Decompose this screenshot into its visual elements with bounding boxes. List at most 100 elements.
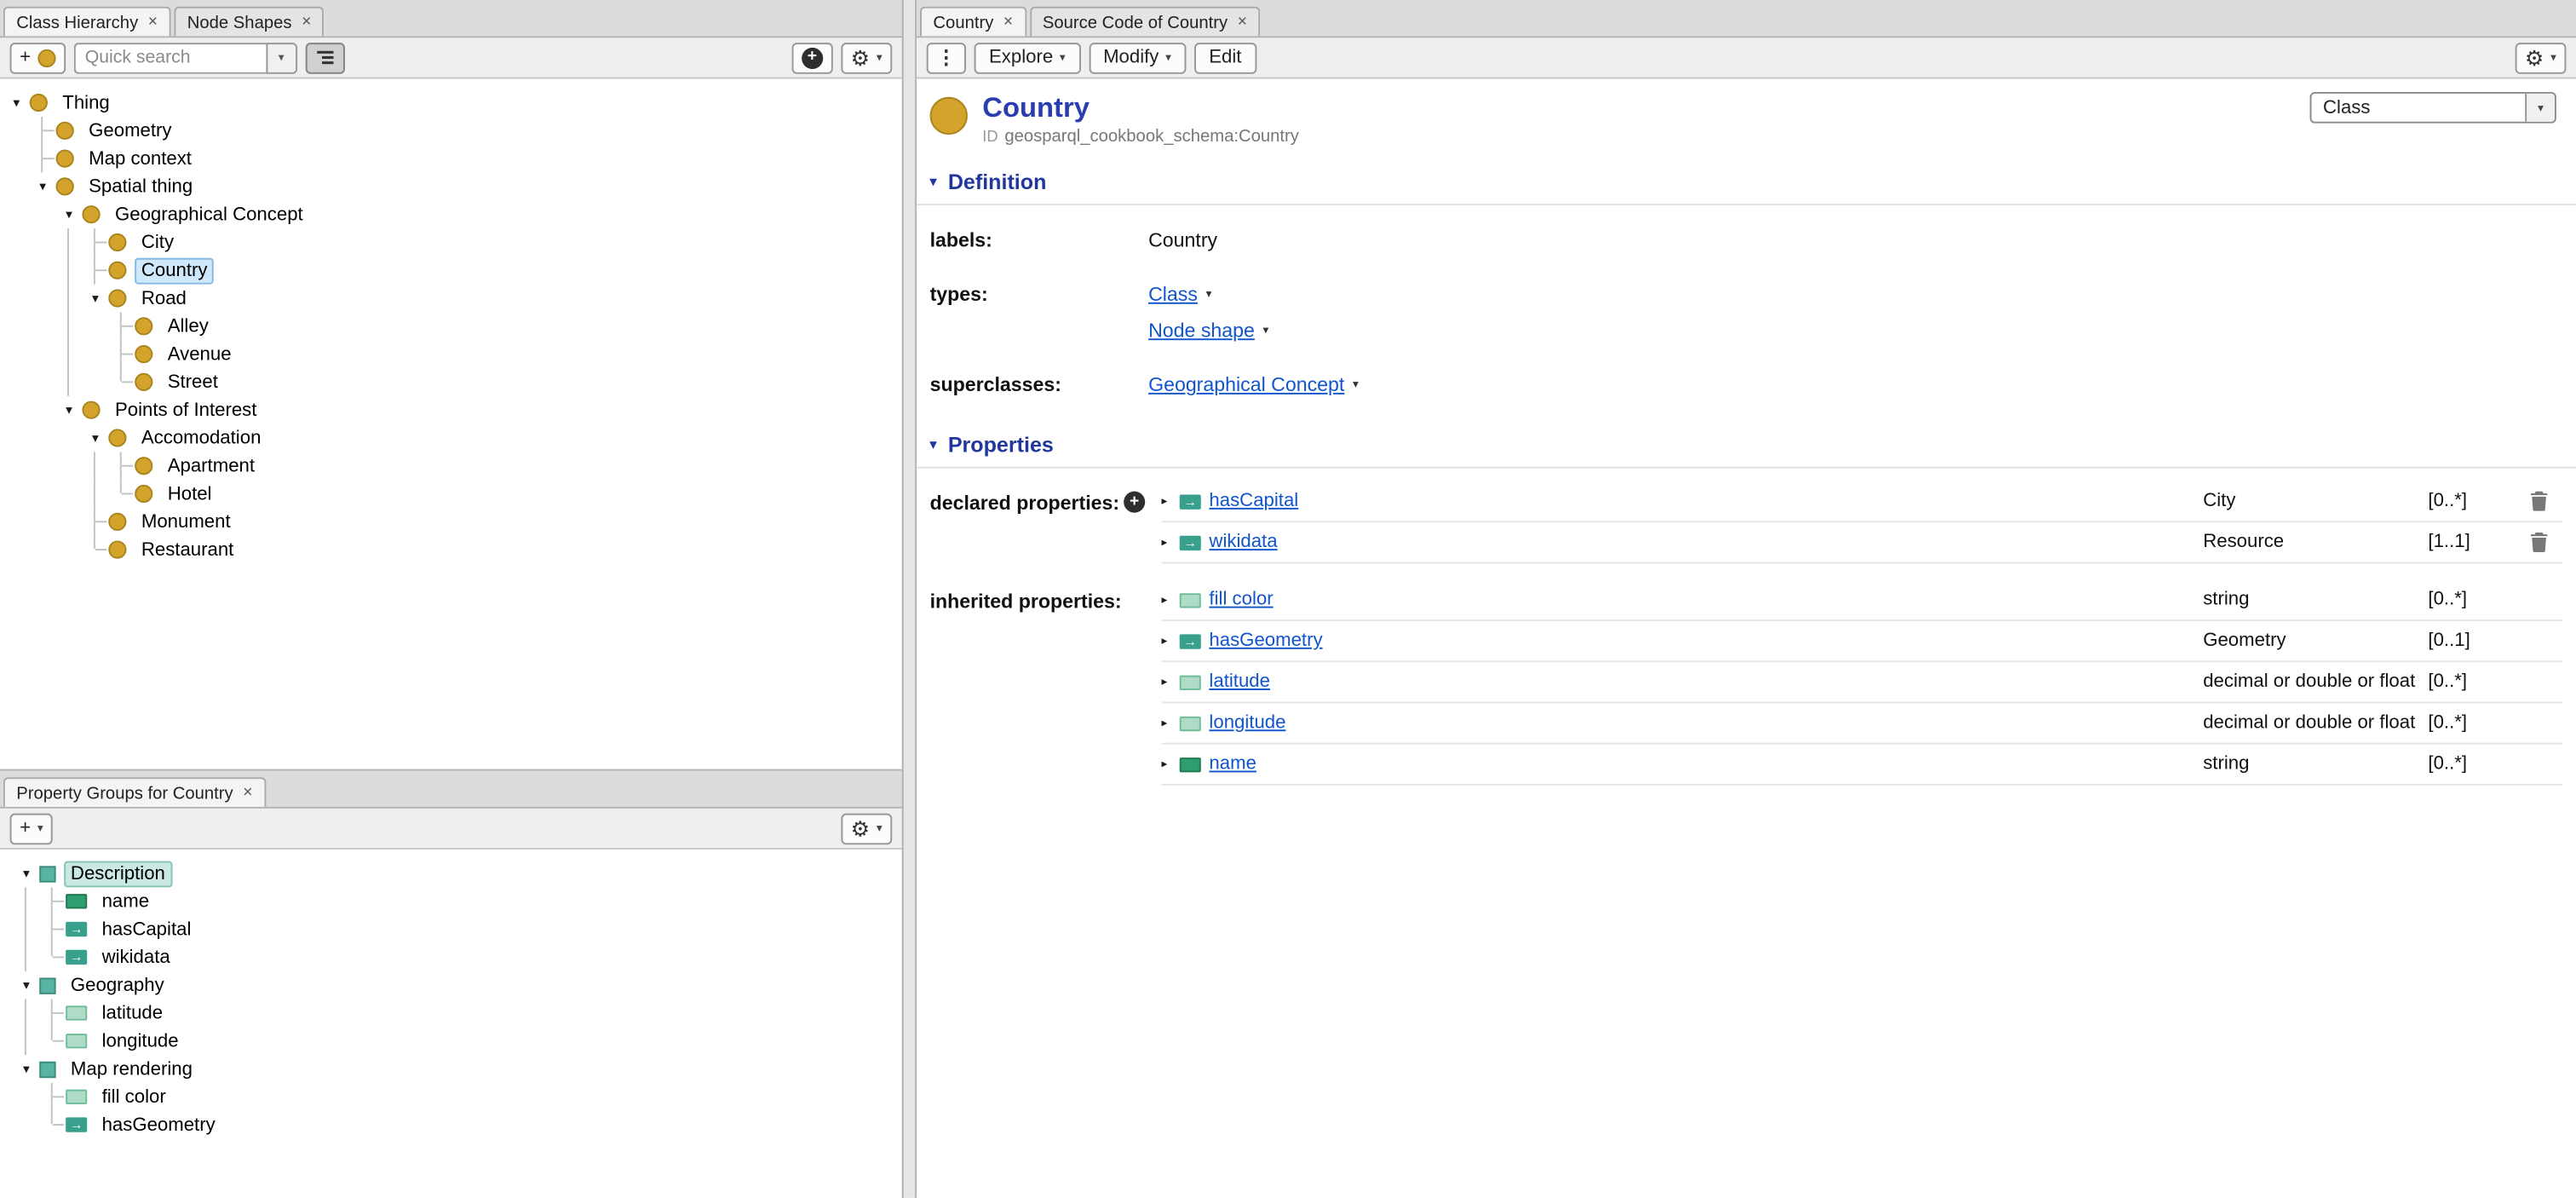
tree-item[interactable]: Map context	[3, 145, 902, 173]
expand-property-icon[interactable]: ▸	[1161, 494, 1179, 507]
editor-settings-button[interactable]: ⚙ ▾	[2515, 42, 2566, 73]
modify-button[interactable]: Modify ▾	[1089, 42, 1187, 73]
tree-guide	[56, 285, 83, 313]
tab-country[interactable]: Country ×	[920, 7, 1026, 37]
resource-type-combo[interactable]: Class ▾	[2310, 92, 2556, 124]
property-link[interactable]: longitude	[1209, 713, 1285, 733]
expand-toggle-icon[interactable]: ▾	[13, 1055, 39, 1083]
expand-toggle-icon[interactable]: ▾	[30, 172, 56, 200]
search-input[interactable]	[73, 42, 266, 73]
properties-section-header[interactable]: ▾ Properties	[917, 425, 2576, 468]
expand-toggle-icon[interactable]: ▾	[13, 860, 39, 888]
tree-item[interactable]: ▾Description	[13, 860, 901, 888]
tree-item[interactable]: Hotel	[3, 480, 902, 508]
tree-item[interactable]: fill color	[13, 1083, 901, 1111]
tree-item[interactable]: ▾Points of Interest	[3, 396, 902, 424]
chevron-down-icon[interactable]: ▾	[1263, 324, 1269, 337]
tree-item[interactable]: latitude	[13, 999, 901, 1028]
property-link[interactable]: hasGeometry	[1209, 631, 1322, 651]
panel-settings-button[interactable]: ⚙ ▾	[841, 42, 892, 73]
close-icon[interactable]: ×	[302, 14, 311, 30]
property-row-content: ▸latitudedecimal or double or float[0..*…	[1161, 662, 2562, 703]
tree-item[interactable]: ▾Geographical Concept	[3, 200, 902, 228]
tree-item[interactable]: ▾Road	[3, 285, 902, 313]
tree-item[interactable]: longitude	[13, 1027, 901, 1055]
definition-section-header[interactable]: ▾ Definition	[917, 163, 2576, 205]
tree-item-label: Thing	[56, 89, 117, 116]
add-declared-property-button[interactable]: +	[1124, 492, 1145, 513]
delete-property-button[interactable]	[2530, 492, 2563, 511]
expand-toggle-icon[interactable]: ▾	[3, 89, 30, 117]
type-link-class[interactable]: Class	[1148, 283, 1198, 306]
tree-guide	[56, 508, 83, 536]
tree-item[interactable]: Street	[3, 368, 902, 396]
tab-node-shapes[interactable]: Node Shapes ×	[174, 7, 324, 37]
hierarchy-view-toggle[interactable]	[305, 42, 344, 73]
expand-toggle-icon[interactable]: ▾	[82, 424, 108, 452]
hierarchy-icon	[315, 48, 335, 67]
property-link[interactable]: wikidata	[1209, 533, 1277, 552]
close-icon[interactable]: ×	[243, 785, 252, 801]
expand-property-icon[interactable]: ▸	[1161, 634, 1179, 647]
tab-class-hierarchy[interactable]: Class Hierarchy ×	[3, 7, 171, 37]
plus-icon: +	[20, 818, 31, 838]
tab-source-code[interactable]: Source Code of Country ×	[1029, 7, 1260, 37]
chevron-down-icon[interactable]: ▾	[1353, 378, 1359, 391]
tree-guide	[30, 312, 56, 340]
type-link-node-shape[interactable]: Node shape	[1148, 319, 1255, 342]
close-icon[interactable]: ×	[1238, 14, 1247, 30]
tree-item[interactable]: →wikidata	[13, 943, 901, 971]
tree-item[interactable]: Monument	[3, 508, 902, 536]
explore-button[interactable]: Explore ▾	[975, 42, 1080, 73]
tree-item[interactable]: ▾Spatial thing	[3, 172, 902, 200]
panel-settings-button[interactable]: ⚙ ▾	[841, 813, 892, 844]
expand-toggle-icon[interactable]: ▾	[56, 396, 83, 424]
expand-toggle-icon[interactable]: ▾	[56, 200, 83, 228]
expand-property-icon[interactable]: ▸	[1161, 593, 1179, 606]
tree-item[interactable]: Apartment	[3, 452, 902, 480]
tree-item[interactable]: Geometry	[3, 117, 902, 145]
tree-item[interactable]: Restaurant	[3, 536, 902, 564]
tree-item[interactable]: →hasGeometry	[13, 1111, 901, 1139]
tab-property-groups[interactable]: Property Groups for Country ×	[3, 777, 266, 807]
class-icon	[82, 205, 100, 223]
tree-item[interactable]: ▾Accomodation	[3, 424, 902, 452]
tree-item[interactable]: →hasCapital	[13, 915, 901, 943]
add-property-group-button[interactable]: + ▾	[10, 813, 54, 844]
property-link[interactable]: fill color	[1209, 590, 1273, 609]
tree-item[interactable]: Country	[3, 256, 902, 285]
create-class-button[interactable]: +	[10, 42, 66, 73]
expand-property-icon[interactable]: ▸	[1161, 717, 1179, 729]
tree-item-label: Alley	[161, 313, 216, 339]
chevron-down-icon[interactable]: ▾	[1206, 287, 1212, 300]
expand-property-icon[interactable]: ▸	[1161, 676, 1179, 688]
tree-item[interactable]: ▾Geography	[13, 971, 901, 999]
class-icon	[56, 122, 74, 140]
tree-item[interactable]: ▾Map rendering	[13, 1055, 901, 1083]
collapse-icon[interactable]: ▾	[930, 438, 937, 451]
expand-property-icon[interactable]: ▸	[1161, 757, 1179, 770]
tree-item[interactable]: name	[13, 887, 901, 915]
tree-guide	[56, 480, 83, 508]
tree-item[interactable]: Alley	[3, 312, 902, 340]
property-link[interactable]: hasCapital	[1209, 492, 1298, 511]
panel-splitter[interactable]	[902, 0, 917, 1198]
expand-property-icon[interactable]: ▸	[1161, 536, 1179, 549]
expand-toggle-icon[interactable]: ▾	[13, 971, 39, 999]
close-icon[interactable]: ×	[148, 14, 158, 30]
collapse-icon[interactable]: ▾	[930, 175, 937, 187]
tree-item[interactable]: Avenue	[3, 340, 902, 368]
search-options-caret[interactable]: ▾	[266, 42, 297, 73]
property-link[interactable]: latitude	[1209, 672, 1270, 692]
tree-item[interactable]: ▾ Thing	[3, 89, 902, 117]
edit-button[interactable]: Edit	[1194, 42, 1256, 73]
close-icon[interactable]: ×	[1003, 14, 1013, 30]
property-link[interactable]: name	[1209, 754, 1256, 774]
chevron-down-icon[interactable]: ▾	[2525, 94, 2555, 122]
add-root-class-button[interactable]: +	[791, 42, 832, 73]
superclass-link[interactable]: Geographical Concept	[1148, 373, 1344, 396]
expand-toggle-icon[interactable]: ▾	[82, 285, 108, 313]
kebab-menu-button[interactable]: ⋮	[927, 42, 966, 73]
delete-property-button[interactable]	[2530, 533, 2563, 552]
tree-item[interactable]: City	[3, 228, 902, 256]
